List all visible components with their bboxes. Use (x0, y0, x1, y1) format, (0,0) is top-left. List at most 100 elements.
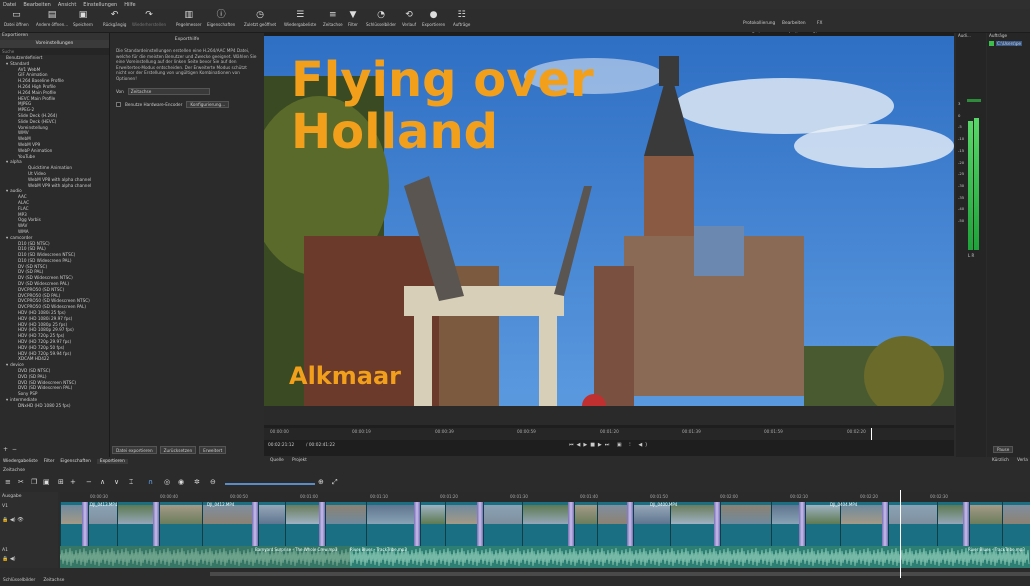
split-icon[interactable]: ⌶ (129, 478, 133, 487)
overwrite-icon[interactable]: ∨ (114, 478, 119, 486)
video-clip[interactable] (445, 502, 477, 546)
video-clip[interactable] (633, 502, 670, 546)
playlist-button[interactable]: ☰ Wiedergabeliste (284, 10, 316, 32)
video-clip[interactable] (366, 502, 414, 546)
save-button[interactable]: ▣ Speichern (73, 10, 93, 32)
current-timecode[interactable]: 00:02:21:12 (268, 443, 294, 448)
video-clip[interactable] (597, 502, 627, 546)
advanced-button[interactable]: Erweitert (199, 446, 227, 454)
menu-view[interactable]: Ansicht (58, 2, 76, 8)
video-clip[interactable] (1002, 502, 1030, 546)
add-preset-button[interactable]: + (3, 446, 8, 453)
recent-button[interactable]: ◷ Zuletzt geöffnet (244, 10, 276, 32)
append-icon[interactable]: ⊞ (58, 478, 64, 486)
lift-icon[interactable]: ∧ (100, 478, 105, 486)
timeline-button[interactable]: ≡ Zeitachse (323, 10, 343, 32)
v1-track-controls[interactable]: 🔒 ◀) 👁 (2, 517, 56, 523)
timeline-ruler[interactable]: 00:00:30 00:00:40 00:00:50 00:01:00 00:01:10… (60, 492, 1030, 502)
tab-properties[interactable]: Eigenschaften (60, 459, 90, 464)
menu-file[interactable]: Datei (3, 2, 16, 8)
ripple-icon[interactable]: ◉ (178, 478, 184, 486)
tab-keyframes[interactable]: Schlüsselbilder (3, 578, 35, 586)
pause-jobs-button[interactable]: Pause (993, 446, 1014, 453)
job-item[interactable]: C:\Users\pe (987, 41, 1030, 46)
video-clip[interactable] (420, 502, 445, 546)
output-track-header[interactable]: Ausgabe (0, 492, 58, 502)
reset-button[interactable]: Zurücksetzen (159, 446, 197, 454)
undo-button[interactable]: ↶ Rückgängig (103, 10, 126, 32)
video-clip[interactable] (937, 502, 963, 546)
audio-track-a1[interactable]: Barnyard Surprise - The Whole Crew.mp3 R… (60, 546, 1030, 568)
redo-button[interactable]: ↷ Wiederherstellen (132, 10, 166, 32)
tab-playlist[interactable]: Wiedergabeliste (3, 459, 38, 464)
jobs-button[interactable]: ☷ Aufträge (453, 10, 470, 32)
zoom-fit-icon[interactable]: ⤢ (332, 478, 338, 487)
transport-controls[interactable]: ⏮◀▶■▶⏭ ▣ ⁝ ◀) (569, 442, 650, 448)
a1-track-controls[interactable]: 🔒 ◀) (2, 556, 56, 562)
zoom-in-icon[interactable]: ⊕ (318, 478, 324, 486)
preset-search-input[interactable]: Suche (0, 48, 109, 55)
tab-history[interactable]: Verla (1017, 458, 1028, 463)
open-other-button[interactable]: ▤ Andere öffnen... (36, 10, 68, 32)
configure-button[interactable]: Konfigurierung... (186, 100, 230, 108)
video-clip[interactable] (888, 502, 937, 546)
filter-button[interactable]: ▼ Filter (348, 10, 358, 32)
v1-track-header[interactable]: V1 🔒 ◀) 👁 (0, 502, 58, 546)
snap-icon[interactable]: ∩ (148, 478, 153, 486)
remove-icon[interactable]: − (86, 478, 92, 486)
add-icon[interactable]: + (70, 478, 76, 486)
layout-logging[interactable]: Protokollierung (743, 21, 775, 26)
video-clip[interactable] (522, 502, 568, 546)
tab-timeline[interactable]: Zeitachse (43, 578, 64, 586)
preset-item[interactable]: DNxHD (HD 1080 25 fps) (0, 403, 110, 409)
timeline-playhead[interactable] (900, 490, 901, 578)
expand-toggle-icon[interactable]: ▾ (6, 61, 8, 66)
timeline-menu-icon[interactable]: ≡ (5, 478, 11, 486)
video-clip[interactable] (720, 502, 771, 546)
tab-recent[interactable]: Kürzlich (992, 458, 1009, 463)
export-file-button[interactable]: Datei exportieren (112, 446, 157, 454)
player-scrubber[interactable]: 00:00:00 00:00:19 00:00:39 00:00:59 00:0… (264, 428, 954, 440)
cut-icon[interactable]: ✂ (18, 478, 24, 486)
video-clip[interactable] (202, 502, 252, 546)
a1-track-header[interactable]: A1 🔒 ◀) (0, 546, 58, 568)
open-file-button[interactable]: ▭ Datei öffnen (4, 10, 29, 32)
hw-encoder-checkbox[interactable] (116, 101, 121, 107)
menu-settings[interactable]: Einstellungen (83, 2, 117, 8)
export-button[interactable]: ● Exportieren (422, 10, 445, 32)
expand-toggle-icon[interactable]: ▾ (6, 397, 8, 402)
video-clip[interactable] (258, 502, 285, 546)
video-preview[interactable]: Flying over Holland Alkmaar (264, 36, 954, 425)
video-track-v1[interactable]: DJI_0413.MP4 DJI_0412.MP4 DJI_0400.MP4 DJI_… (60, 502, 1030, 546)
ripple-all-icon[interactable]: ✲ (194, 478, 200, 486)
layout-editing[interactable]: Bearbeiten (782, 21, 806, 26)
remove-preset-button[interactable]: − (12, 446, 17, 453)
video-clip[interactable] (117, 502, 153, 546)
expand-toggle-icon[interactable]: ▾ (6, 362, 8, 367)
video-clip[interactable] (969, 502, 1002, 546)
scrub-icon[interactable]: ◎ (164, 478, 170, 486)
video-clip[interactable] (325, 502, 366, 546)
tab-filter[interactable]: Filter (44, 459, 55, 464)
video-clip[interactable] (285, 502, 319, 546)
peak-meter-button[interactable]: ▥ Pegelmesser (176, 10, 201, 32)
layout-fx[interactable]: FX (817, 21, 822, 26)
tab-export[interactable]: Exportieren (96, 459, 128, 464)
expand-toggle-icon[interactable]: ▾ (6, 159, 8, 164)
video-clip[interactable] (483, 502, 522, 546)
video-clip[interactable] (771, 502, 799, 546)
expand-toggle-icon[interactable]: ▾ (6, 235, 8, 240)
menu-edit[interactable]: Bearbeiten (23, 2, 50, 8)
tab-source[interactable]: Quelle (270, 458, 284, 463)
menu-help[interactable]: Hilfe (124, 2, 135, 8)
video-clip[interactable] (670, 502, 714, 546)
tab-project[interactable]: Projekt (292, 458, 307, 463)
from-select[interactable]: Zeitachse (127, 87, 210, 95)
paste-icon[interactable]: ▣ (43, 478, 50, 486)
keyframes-button[interactable]: ◔ Schlüsselbilder (366, 10, 396, 32)
expand-toggle-icon[interactable]: ▾ (6, 188, 8, 193)
video-clip[interactable] (159, 502, 202, 546)
video-clip[interactable] (574, 502, 597, 546)
timeline-scrollbar[interactable] (210, 572, 1030, 576)
video-clip[interactable] (805, 502, 840, 546)
